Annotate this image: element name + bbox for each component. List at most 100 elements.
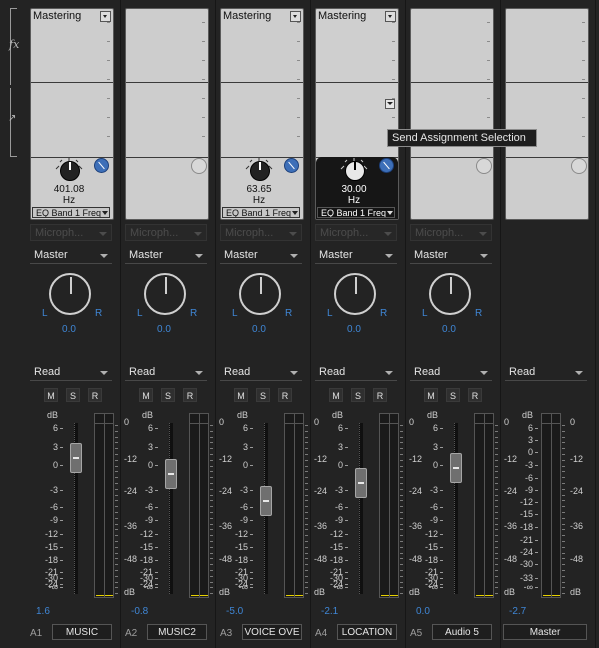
fader-scale-label: -30 xyxy=(519,559,533,569)
mute-button[interactable]: M xyxy=(424,388,438,402)
track-id: A3 xyxy=(220,628,233,639)
sends-icon: ↗ xyxy=(8,113,17,124)
record-enable-button[interactable]: R xyxy=(88,388,102,402)
fader-scale-label: -6 xyxy=(524,473,533,483)
mute-button[interactable]: M xyxy=(234,388,248,402)
effect-parameter-readout: 30.00 Hz xyxy=(316,184,392,206)
effect-slots-panel[interactable]: Mastering 401.08 Hz EQ Band 1 Freq xyxy=(30,8,114,220)
volume-value[interactable]: -0.8 xyxy=(131,606,148,617)
effect-parameter-area xyxy=(411,157,493,219)
solo-button[interactable]: S xyxy=(256,388,270,402)
effect-parameter-knob[interactable] xyxy=(250,161,270,181)
pan-value: 0.0 xyxy=(62,324,76,335)
automation-mode-select[interactable]: Read xyxy=(315,364,397,381)
volume-value[interactable]: -5.0 xyxy=(226,606,243,617)
pan-knob[interactable] xyxy=(334,273,376,315)
chevron-down-icon xyxy=(99,232,107,236)
output-track-select[interactable]: Master xyxy=(410,247,492,264)
volume-fader-handle[interactable] xyxy=(165,458,177,489)
pan-knob[interactable] xyxy=(144,273,186,315)
effect-parameter-knob[interactable] xyxy=(345,161,365,181)
effect-parameter-select[interactable]: EQ Band 1 Freq xyxy=(317,207,395,218)
volume-fader-handle[interactable] xyxy=(70,443,82,474)
effect-bypass-icon[interactable] xyxy=(94,158,109,173)
fader-scale-tick xyxy=(535,440,538,441)
mute-button[interactable]: M xyxy=(44,388,58,402)
effect-parameter-select[interactable]: EQ Band 1 Freq xyxy=(222,207,300,218)
output-track-select[interactable]: Master xyxy=(125,247,207,264)
record-enable-button[interactable]: R xyxy=(373,388,387,402)
volume-value[interactable]: -2.7 xyxy=(509,606,526,617)
effect-slots-panel[interactable] xyxy=(505,8,589,220)
slot-ticks xyxy=(199,19,205,159)
effect-bypass-icon[interactable] xyxy=(284,158,299,173)
effect-slot-select[interactable]: Mastering xyxy=(32,10,111,23)
fader-scale-tick xyxy=(535,578,538,579)
output-track-select[interactable]: Master xyxy=(30,247,112,264)
mute-button[interactable]: M xyxy=(139,388,153,402)
effect-slots-panel[interactable]: Mastering 30.00 Hz EQ Band 1 Freq xyxy=(315,8,399,220)
solo-button[interactable]: S xyxy=(446,388,460,402)
effect-name: Mastering xyxy=(223,10,272,22)
effect-slots-panel[interactable] xyxy=(125,8,209,220)
fader-scale-label: -15 xyxy=(139,542,153,552)
fader-scale-tick xyxy=(345,547,348,548)
fader-scale-label: 0 xyxy=(337,460,343,470)
track-name[interactable]: VOICE OVE xyxy=(242,624,302,640)
send-volume-knob[interactable] xyxy=(571,158,587,174)
effect-slots-panel[interactable] xyxy=(410,8,494,220)
automation-mode-select[interactable]: Read xyxy=(505,364,587,381)
input-select: Microph... xyxy=(125,224,207,241)
volume-value[interactable]: 0.0 xyxy=(416,606,430,617)
chevron-down-icon xyxy=(100,11,111,22)
solo-button[interactable]: S xyxy=(66,388,80,402)
automation-mode-label: Read xyxy=(509,366,536,378)
output-track-select[interactable]: Master xyxy=(315,247,397,264)
track-name[interactable]: MUSIC xyxy=(52,624,112,640)
automation-mode-select[interactable]: Read xyxy=(125,364,207,381)
track-name[interactable]: Audio 5 xyxy=(432,624,492,640)
effect-parameter-knob[interactable] xyxy=(60,161,80,181)
slot-divider xyxy=(221,82,303,83)
automation-mode-select[interactable]: Read xyxy=(220,364,302,381)
fader-scale-label: -∞ xyxy=(428,582,438,592)
pan-knob[interactable] xyxy=(429,273,471,315)
chevron-down-icon xyxy=(292,211,298,215)
record-enable-button[interactable]: R xyxy=(468,388,482,402)
send-volume-knob[interactable] xyxy=(476,158,492,174)
solo-button[interactable]: S xyxy=(351,388,365,402)
output-label: Master xyxy=(414,249,448,261)
solo-button[interactable]: S xyxy=(161,388,175,402)
meter-floor-right xyxy=(295,595,303,596)
volume-fader-handle[interactable] xyxy=(355,468,367,499)
pan-knob[interactable] xyxy=(239,273,281,315)
chevron-down-icon xyxy=(290,371,298,375)
fader-scale-tick xyxy=(250,490,253,491)
fader-scale-label: 6 xyxy=(432,423,438,433)
effect-slot-select[interactable]: Mastering xyxy=(222,10,301,23)
volume-fader-handle[interactable] xyxy=(450,453,462,483)
send-volume-knob[interactable] xyxy=(191,158,207,174)
output-track-select[interactable]: Master xyxy=(220,247,302,264)
effect-slots-panel[interactable]: Mastering 63.65 Hz EQ Band 1 Freq xyxy=(220,8,304,220)
track-name[interactable]: Master xyxy=(503,624,587,640)
pan-knob[interactable] xyxy=(49,273,91,315)
peak-indicator-line xyxy=(190,423,208,424)
record-enable-button[interactable]: R xyxy=(183,388,197,402)
fader-scale-tick xyxy=(440,547,443,548)
volume-value[interactable]: -2.1 xyxy=(321,606,338,617)
track-name[interactable]: MUSIC2 xyxy=(147,624,207,640)
track-name[interactable]: LOCATION xyxy=(337,624,397,640)
mute-button[interactable]: M xyxy=(329,388,343,402)
automation-mode-select[interactable]: Read xyxy=(410,364,492,381)
effect-slot-select[interactable]: Mastering xyxy=(317,10,396,23)
volume-value[interactable]: 1.6 xyxy=(36,606,50,617)
chevron-down-icon xyxy=(195,254,203,258)
chevron-down-icon xyxy=(290,11,301,22)
volume-fader-handle[interactable] xyxy=(260,486,272,517)
effect-bypass-icon[interactable] xyxy=(379,158,394,173)
record-enable-button[interactable]: R xyxy=(278,388,292,402)
automation-mode-select[interactable]: Read xyxy=(30,364,112,381)
send-assignment-dropdown[interactable] xyxy=(385,99,395,109)
effect-parameter-select[interactable]: EQ Band 1 Freq xyxy=(32,207,110,218)
